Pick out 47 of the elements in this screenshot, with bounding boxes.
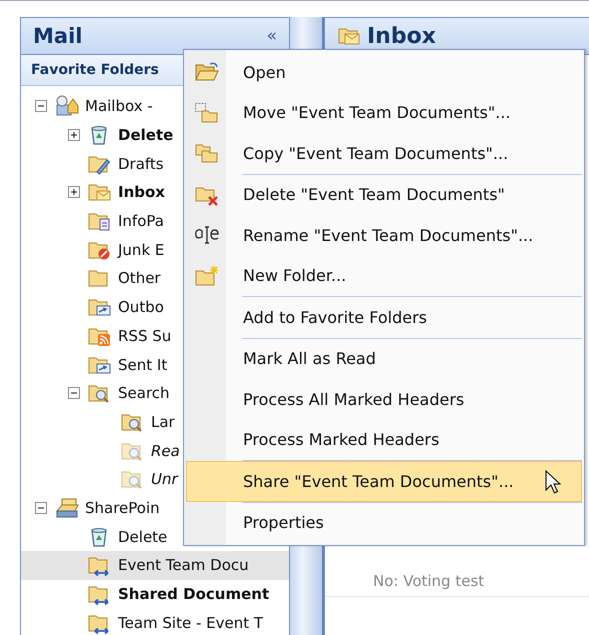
folder-item[interactable]: Team Site - Event T [21, 608, 266, 635]
folder-item[interactable]: Rea [21, 436, 182, 465]
folder-item[interactable]: Sent It [21, 350, 170, 379]
menu-item[interactable]: Delete "Event Team Documents" [186, 174, 582, 215]
mouse-pointer-icon [545, 470, 561, 496]
folder-item[interactable]: InfoPa [21, 206, 166, 236]
inbox-folder-icon [337, 26, 361, 46]
pane-title: Mail [33, 24, 82, 48]
menu-item[interactable]: Rename "Event Team Documents"... [186, 215, 582, 256]
folder-item[interactable]: Junk E [21, 235, 166, 264]
folder-stack-icon [54, 496, 80, 520]
folder-item[interactable]: Lar [21, 408, 177, 436]
folder-item[interactable]: Unr [21, 464, 180, 494]
menu-item[interactable]: Add to Favorite Folders [186, 297, 582, 338]
folder-item[interactable]: Event Team Docu [21, 551, 289, 580]
folder-item[interactable]: Mailbox - [21, 92, 155, 121]
collapse-icon[interactable] [35, 100, 47, 112]
folder-item[interactable]: Shared Document [21, 580, 272, 608]
collapse-button[interactable]: « [264, 26, 279, 46]
menu-item[interactable]: Process Marked Headers [186, 420, 582, 460]
menu-item[interactable]: Process All Marked Headers [186, 379, 582, 420]
expand-icon[interactable] [68, 186, 80, 198]
menu-item[interactable]: Share "Event Team Documents"... [186, 461, 582, 502]
expand-icon[interactable] [68, 129, 80, 142]
new-folder-icon [194, 264, 220, 287]
mailbox-icon [54, 94, 80, 118]
open-folder-icon [194, 61, 220, 84]
folder-item[interactable]: RSS Su [21, 322, 174, 350]
move-folder-icon [194, 102, 220, 124]
menu-item[interactable]: Copy "Event Team Documents"... [186, 133, 582, 174]
pane-title: Inbox [367, 24, 436, 48]
folder-item[interactable]: Delete [21, 120, 176, 150]
copy-folder-icon [194, 142, 220, 164]
menu-item[interactable]: Properties [186, 502, 582, 543]
collapse-icon[interactable] [68, 387, 80, 400]
folder-item[interactable]: Drafts [21, 149, 166, 178]
menu-item[interactable]: New Folder... [186, 256, 582, 296]
menu-item[interactable]: Move "Event Team Documents"... [186, 92, 582, 133]
folder-item[interactable]: Delete [21, 522, 170, 551]
menu-item[interactable]: Mark All as Read [186, 338, 582, 379]
folder-item[interactable]: Outbo [21, 292, 166, 322]
folder-item[interactable]: Other [21, 264, 163, 293]
folder-item[interactable]: Inbox [21, 178, 167, 207]
collapse-icon[interactable] [35, 502, 47, 514]
message-preview-line: No: Voting test [325, 572, 589, 597]
folder-item[interactable]: SharePoin [21, 494, 162, 522]
folder-item[interactable]: Search [21, 378, 172, 408]
